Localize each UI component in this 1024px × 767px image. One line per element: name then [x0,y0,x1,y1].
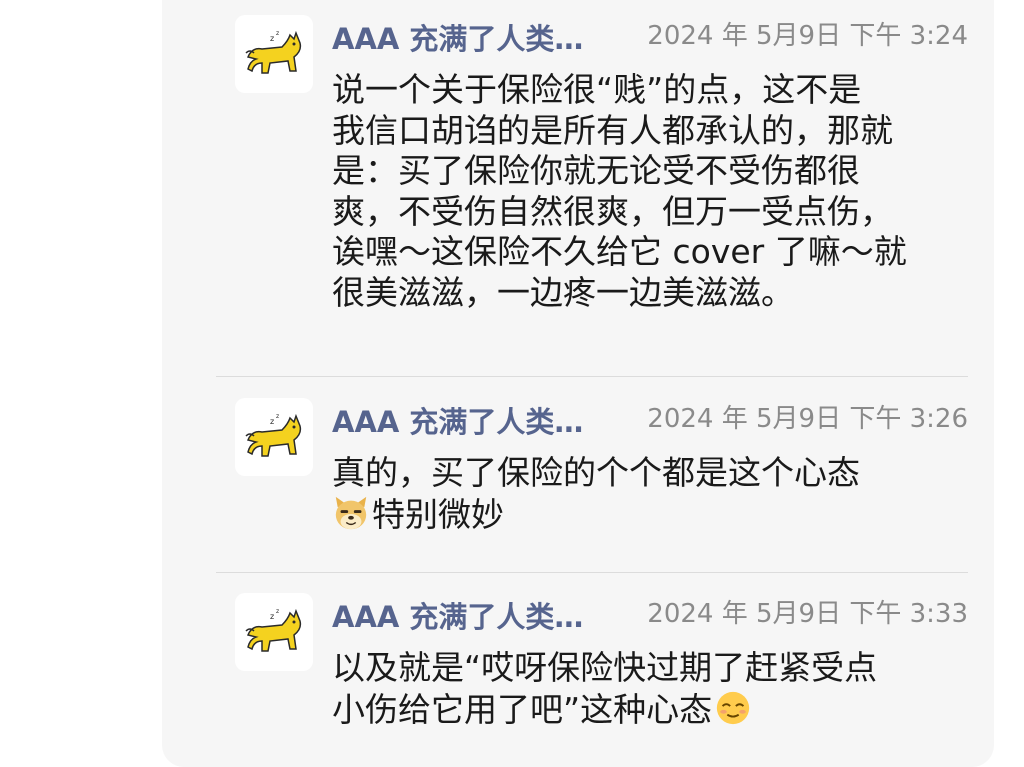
comment-timestamp: 2024 年 5月9日 下午 3:26 [647,404,968,434]
yellow-cat-icon: z z [245,608,302,652]
avatar[interactable]: z z [235,593,313,671]
svg-text:z: z [270,34,274,43]
comment-line: 小伤给它用了吧”这种心态 [332,689,972,731]
avatar[interactable]: z z [235,398,313,476]
svg-text:z: z [270,417,274,426]
comment-line: 是：买了保险你就无论受不受伤都很 [332,151,860,191]
comment-line: 我信口胡诌的是所有人都承认的，那就 [332,110,893,150]
comment-line: 真的，买了保险的个个都是这个心态 [332,453,860,492]
svg-text:z: z [276,413,279,420]
avatar[interactable]: z z [235,15,313,93]
comment-text: 说一个关于保险很“贱”的点，这不是 我信口胡诌的是所有人都承认的，那就 是：买了… [332,70,972,314]
svg-text:z: z [276,608,279,615]
doge-emoji-icon [335,496,367,529]
comment-text: 以及就是“哎呀保险快过期了赶紧受点 小伤给它用了吧”这种心态 [332,648,972,730]
yellow-cat-icon: z z [245,413,302,457]
author-name[interactable]: AAA 充满了人类… [332,16,583,58]
comment-line: 特别微妙 [332,494,972,536]
divider [216,572,968,573]
svg-text:z: z [276,30,279,37]
comment-item: z z AAA 充满了人类… 2024 年 5月9日 下午 3:33 以及就是“… [235,593,970,763]
comment-text: 真的，买了保险的个个都是这个心态 特别微妙 [332,453,972,535]
relieved-face-emoji-icon [716,691,750,724]
author-name[interactable]: AAA 充满了人类… [332,594,583,636]
comment-line: 以及就是“哎呀保险快过期了赶紧受点 [332,648,878,687]
svg-text:z: z [270,612,274,621]
comment-line-text: 特别微妙 [372,494,504,534]
yellow-cat-icon: z z [245,30,302,74]
comment-line: 说一个关于保险很“贱”的点，这不是 [332,70,862,109]
comment-timestamp: 2024 年 5月9日 下午 3:24 [647,21,968,51]
comment-line: 诶嘿～这保险不久给它 cover 了嘛～就 [332,232,907,272]
comment-line: 爽，不受伤自然很爽，但万一受点伤， [332,191,893,231]
comment-item: z z AAA 充满了人类… 2024 年 5月9日 下午 3:24 说一个关于… [235,15,970,355]
comment-timestamp: 2024 年 5月9日 下午 3:33 [647,599,968,629]
divider [216,376,968,377]
comment-line-text: 小伤给它用了吧”这种心态 [332,689,713,729]
author-name[interactable]: AAA 充满了人类… [332,399,583,441]
comment-item: z z AAA 充满了人类… 2024 年 5月9日 下午 3:26 真的，买了… [235,398,970,558]
comment-line: 很美滋滋，一边疼一边美滋滋。 [332,272,794,312]
